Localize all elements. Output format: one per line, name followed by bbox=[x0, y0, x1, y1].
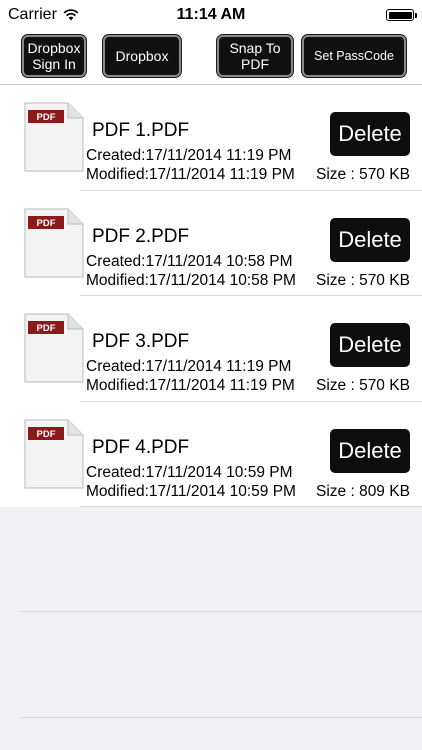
pdf-file-icon: PDF bbox=[24, 418, 84, 489]
delete-button[interactable]: Delete bbox=[330, 112, 410, 156]
file-size: Size : 809 KB bbox=[316, 482, 410, 500]
empty-table-area bbox=[0, 507, 422, 750]
snap-to-pdf-button[interactable]: Snap To PDF bbox=[217, 35, 293, 77]
pdf-badge-label: PDF bbox=[37, 218, 56, 229]
pdf-badge-label: PDF bbox=[37, 112, 56, 123]
file-name: PDF 4.PDF bbox=[92, 436, 190, 458]
file-list: PDF PDF 1.PDF Created:17/11/2014 11:19 P… bbox=[0, 85, 422, 507]
pdf-file-icon: PDF bbox=[24, 102, 84, 172]
pdf-badge-label: PDF bbox=[37, 323, 56, 334]
pdf-file-icon: PDF bbox=[24, 313, 84, 383]
file-size: Size : 570 KB bbox=[316, 271, 410, 289]
file-name: PDF 2.PDF bbox=[92, 225, 190, 247]
dropbox-button[interactable]: Dropbox bbox=[103, 35, 181, 77]
status-time: 11:14 AM bbox=[176, 6, 246, 23]
file-modified: Modified:17/11/2014 11:19 PM bbox=[86, 377, 295, 394]
file-modified: Modified:17/11/2014 11:19 PM bbox=[86, 166, 295, 183]
file-created: Created:17/11/2014 11:19 PM bbox=[86, 147, 292, 164]
file-size: Size : 570 KB bbox=[316, 377, 410, 394]
file-modified: Modified:17/11/2014 10:59 PM bbox=[86, 482, 296, 500]
file-created: Created:17/11/2014 10:58 PM bbox=[86, 252, 293, 270]
file-row[interactable]: PDF PDF 4.PDF Created:17/11/2014 10:59 P… bbox=[0, 402, 422, 508]
file-created: Created:17/11/2014 10:59 PM bbox=[86, 463, 293, 481]
file-name: PDF 3.PDF bbox=[92, 331, 190, 352]
file-size: Size : 570 KB bbox=[316, 166, 410, 183]
file-name: PDF 1.PDF bbox=[92, 120, 190, 141]
delete-button[interactable]: Delete bbox=[330, 428, 410, 473]
file-row[interactable]: PDF PDF 3.PDF Created:17/11/2014 11:19 P… bbox=[0, 296, 422, 402]
delete-button[interactable]: Delete bbox=[330, 323, 410, 367]
toolbar: Dropbox Sign In Dropbox Snap To PDF Set … bbox=[0, 30, 422, 85]
file-row[interactable]: PDF PDF 2.PDF Created:17/11/2014 10:58 P… bbox=[0, 191, 422, 297]
battery-icon bbox=[386, 9, 417, 21]
delete-button[interactable]: Delete bbox=[330, 217, 410, 262]
pdf-file-icon: PDF bbox=[24, 207, 84, 278]
file-modified: Modified:17/11/2014 10:58 PM bbox=[86, 271, 296, 289]
status-bar: Carrier 11:14 AM bbox=[0, 0, 422, 30]
pdf-badge-label: PDF bbox=[37, 429, 56, 440]
set-passcode-button[interactable]: Set PassCode bbox=[302, 35, 406, 77]
file-created: Created:17/11/2014 11:19 PM bbox=[86, 358, 292, 375]
file-row[interactable]: PDF PDF 1.PDF Created:17/11/2014 11:19 P… bbox=[0, 85, 422, 191]
battery-fill bbox=[388, 11, 412, 19]
row-separator bbox=[20, 611, 422, 612]
dropbox-sign-in-button[interactable]: Dropbox Sign In bbox=[22, 35, 86, 77]
row-separator bbox=[20, 717, 422, 718]
